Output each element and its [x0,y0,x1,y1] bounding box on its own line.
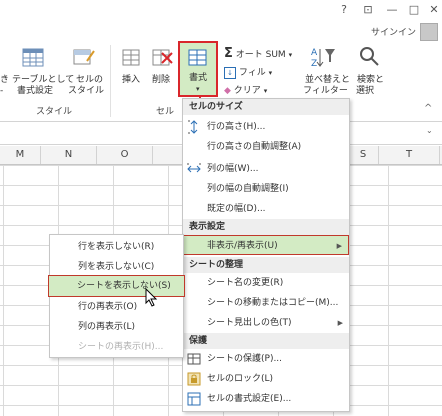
menu-item-label: シートの保護(P)... [207,354,283,364]
menu-item-format-cells[interactable]: セルの書式設定(E)... [183,389,349,409]
menu-item-label: 非表示/再表示(U) [207,241,278,251]
submenu-item-hide-cols[interactable]: 列を表示しない(C) [50,257,183,277]
format-dropdown-menu: セルのサイズ 行の高さ(H)... 行の高さの自動調整(A) 列の幅(W)...… [182,98,350,412]
section-header-protection: 保護 [183,333,349,349]
menu-item-label: 列の幅(W)... [207,164,259,174]
menu-item-label: 行の高さの自動調整(A) [207,142,302,152]
row-height-icon [187,120,201,134]
menu-item-label: 既定の幅(D)... [207,204,266,214]
menu-item-label: シート名の変更(R) [207,278,284,288]
section-header-cell-size: セルのサイズ [183,99,349,115]
menu-item-hide-unhide[interactable]: 非表示/再表示(U) ▶ [182,235,349,255]
submenu-item-unhide-rows[interactable]: 行の再表示(O) [50,297,183,317]
format-cells-icon [187,392,201,406]
mouse-cursor-icon [145,288,158,307]
menu-item-col-autofit[interactable]: 列の幅の自動調整(I) [183,179,349,199]
menu-item-label: 列の再表示(L) [78,322,136,332]
submenu-arrow-icon: ▶ [336,242,342,250]
menu-item-tab-color[interactable]: シート見出しの色(T) ▶ [183,313,349,333]
menu-item-label: 行を表示しない(R) [78,242,155,252]
submenu-item-hide-rows[interactable]: 行を表示しない(R) [50,237,183,257]
menu-item-label: 行の高さ(H)... [207,122,266,132]
column-width-icon [187,162,201,176]
menu-item-label: シート見出しの色(T) [207,318,292,328]
menu-item-lock-cell[interactable]: セルのロック(L) [183,369,349,389]
menu-item-label: シートの移動またはコピー(M)... [207,298,339,308]
menu-item-label: シートの再表示(H)... [78,342,164,352]
menu-item-label: 列を表示しない(C) [78,262,155,272]
submenu-item-unhide-sheet: シートの再表示(H)... [50,337,183,357]
menu-item-col-width[interactable]: 列の幅(W)... [183,159,349,179]
submenu-item-unhide-cols[interactable]: 列の再表示(L) [50,317,183,337]
menu-item-move-copy[interactable]: シートの移動またはコピー(M)... [183,293,349,313]
menu-item-row-autofit[interactable]: 行の高さの自動調整(A) [183,137,349,157]
protect-sheet-icon [187,352,201,366]
menu-item-row-height[interactable]: 行の高さ(H)... [183,117,349,137]
submenu-arrow-icon: ▶ [337,319,343,327]
section-header-visibility: 表示設定 [183,219,349,235]
menu-item-protect-sheet[interactable]: シートの保護(P)... [183,349,349,369]
section-header-organize: シートの整理 [183,257,349,273]
lock-icon [187,372,201,386]
menu-item-rename-sheet[interactable]: シート名の変更(R) [183,273,349,293]
menu-item-label: セルの書式設定(E)... [207,394,292,404]
submenu-item-hide-sheet[interactable]: シートを表示しない(S) [48,275,185,297]
menu-item-label: 列の幅の自動調整(I) [207,184,289,194]
menu-item-label: 行の再表示(O) [78,302,138,312]
menu-item-default-width[interactable]: 既定の幅(D)... [183,199,349,219]
hide-unhide-submenu: 行を表示しない(R) 列を表示しない(C) シートを表示しない(S) 行の再表示… [48,234,185,358]
menu-item-label: セルのロック(L) [207,374,274,384]
